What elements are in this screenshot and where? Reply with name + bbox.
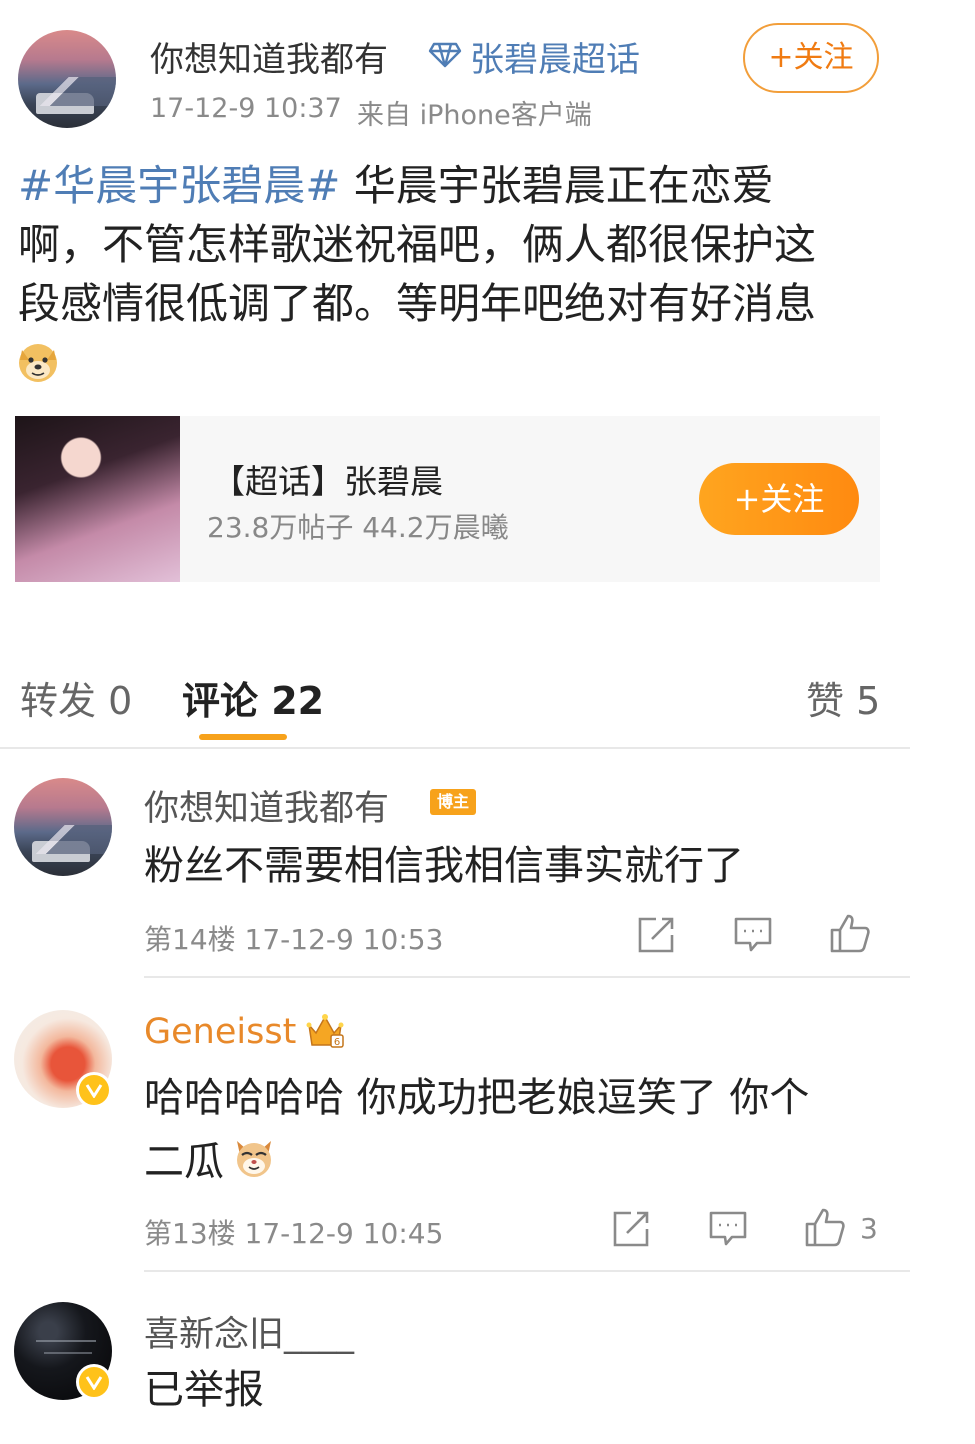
tabs-divider	[0, 747, 910, 749]
comment-meta: 第14楼 17-12-9 10:53	[144, 923, 444, 956]
supertopic-link[interactable]: 张碧晨超话	[470, 32, 640, 81]
post-body-line2: 啊，不管怎样歌迷祝福吧，俩人都很保护这	[18, 220, 817, 269]
post-timestamp: 17-12-9 10:37	[150, 93, 342, 124]
share-icon[interactable]	[636, 915, 676, 955]
comment-text-line1: 哈哈哈哈哈 你成功把老娘逗笑了 你个	[144, 1075, 810, 1121]
comment-meta: 第13楼 17-12-9 10:45	[144, 1217, 444, 1250]
like-icon[interactable]	[829, 912, 871, 954]
tab-comments[interactable]: 评论 22	[182, 670, 324, 725]
verified-badge-icon	[76, 1072, 112, 1108]
comment-author[interactable]: Geneisst	[144, 1012, 296, 1052]
comment-icon[interactable]	[708, 1210, 748, 1248]
card-stats: 23.8万帖子 44.2万晨曦	[207, 511, 509, 544]
svg-text:6: 6	[334, 1037, 340, 1048]
comment-text: 已举报	[144, 1367, 264, 1413]
comment-icon[interactable]	[733, 916, 773, 954]
comment-divider	[144, 1270, 910, 1272]
post-author-name[interactable]: 你想知道我都有	[150, 32, 388, 81]
like-icon[interactable]	[804, 1206, 846, 1248]
card-title: 【超话】张碧晨	[212, 462, 443, 501]
hashtag-link[interactable]: #华晨宇张碧晨#	[18, 161, 340, 210]
post-body-line3: 段感情很低调了都。等明年吧绝对有好消息	[18, 279, 817, 328]
supertopic-cover-image	[15, 416, 180, 582]
diamond-icon	[428, 42, 462, 72]
comment-text-line2: 二瓜	[144, 1139, 224, 1185]
comment-text: 粉丝不需要相信我相信事实就行了	[144, 843, 744, 889]
comment-author[interactable]: 你想知道我都有	[144, 780, 389, 831]
like-count: 3	[860, 1212, 878, 1245]
tab-likes[interactable]: 赞 5	[806, 670, 880, 725]
comment-divider	[144, 976, 910, 978]
blogger-badge: 博主	[430, 789, 476, 815]
post-body: #华晨宇张碧晨# 华晨宇张碧晨正在恋爱 啊，不管怎样歌迷祝福吧，俩人都很保护这 …	[18, 156, 918, 333]
share-icon[interactable]	[611, 1209, 651, 1249]
tab-repost[interactable]: 转发 0	[20, 670, 132, 725]
card-follow-button[interactable]: +关注	[699, 463, 859, 535]
doge-emoji-icon	[16, 340, 60, 388]
author-avatar[interactable]	[18, 30, 116, 128]
verified-badge-icon	[76, 1364, 112, 1400]
follow-button[interactable]: +关注	[743, 23, 879, 93]
avatar[interactable]	[14, 778, 112, 876]
post-source: 来自 iPhone客户端	[357, 100, 592, 131]
crown-badge-icon: 6	[305, 1011, 345, 1053]
cat-emoji-icon	[232, 1135, 276, 1183]
comment-author[interactable]: 喜新念旧____	[144, 1306, 354, 1357]
post-body-line1: 华晨宇张碧晨正在恋爱	[340, 161, 774, 210]
tab-active-indicator	[199, 734, 287, 740]
